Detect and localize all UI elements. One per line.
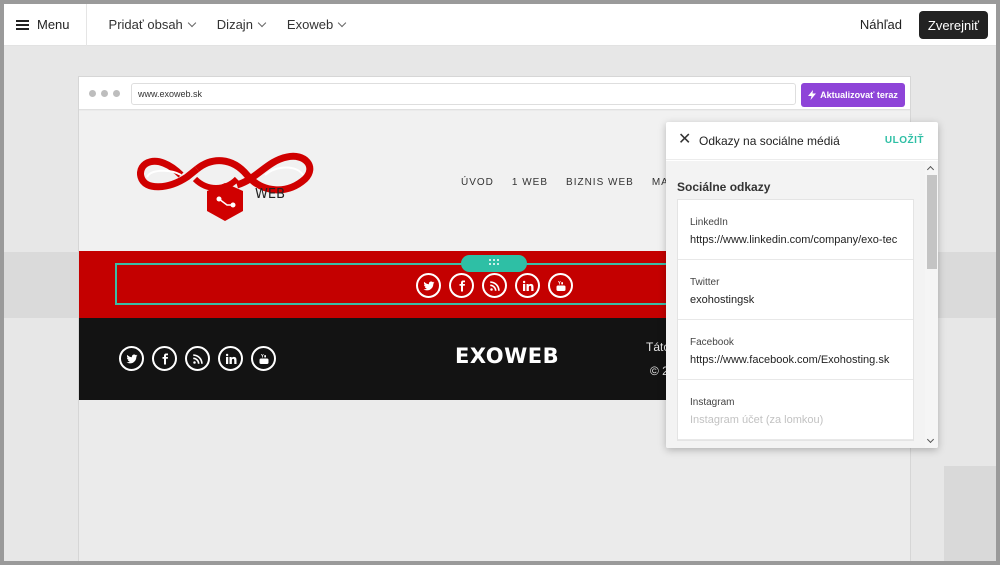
grip-icon [489,259,499,265]
drag-handle[interactable] [461,255,527,272]
menu-button[interactable]: Menu [4,4,87,46]
chevron-down-icon [257,18,267,28]
exoweb-logo-icon [137,152,314,221]
update-now-button[interactable]: Aktualizovať teraz [801,83,905,107]
panel-body: Sociálne odkazy LinkedIn Twitter Faceboo… [666,161,925,448]
window-dot-icon [101,90,108,97]
field-label: Facebook [690,337,734,348]
field-label: LinkedIn [690,217,728,228]
logo-text: WEB [255,187,285,202]
editor-window: Menu Pridať obsah Dizajn Exoweb Náhľad Z… [4,4,996,561]
panel-header: ✕ Odkazy na sociálne médiá ULOŽIŤ [666,122,938,160]
field-label: Instagram [690,397,735,408]
facebook-icon[interactable] [152,346,177,371]
site-nav-item[interactable]: BIZNIS WEB [566,177,634,188]
linkedin-input[interactable] [690,234,908,246]
facebook-input[interactable] [690,354,908,366]
hamburger-icon [16,19,29,30]
nav-design[interactable]: Dizajn [216,17,267,32]
facebook-icon[interactable] [449,273,474,298]
section-label: Sociálne odkazy [677,180,771,194]
save-button[interactable]: ULOŽIŤ [885,135,924,146]
linkedin-icon[interactable] [515,273,540,298]
nav-label: Pridať obsah [108,17,183,32]
linkedin-icon[interactable] [218,346,243,371]
field-label: Twitter [690,277,720,288]
twitter-field: Twitter [678,260,913,320]
social-fields: LinkedIn Twitter Facebook Instagram [677,199,914,441]
canvas-scroll-area [944,466,996,561]
editor-toolbar: Menu Pridať obsah Dizajn Exoweb Náhľad Z… [4,4,996,46]
youtube-icon[interactable] [251,346,276,371]
nav-label: Dizajn [216,17,253,32]
close-icon[interactable]: ✕ [678,132,691,148]
scroll-down-icon[interactable] [926,435,935,444]
publish-button[interactable]: Zverejniť [918,11,988,39]
youtube-icon[interactable] [548,273,573,298]
chevron-down-icon [337,18,347,28]
url-field: www.exoweb.sk [131,83,796,105]
instagram-field: Instagram [678,380,913,440]
facebook-field: Facebook [678,320,913,380]
nav-label: Exoweb [286,17,334,32]
site-navigation: ÚVOD 1 WEB BIZNIS WEB MA [461,177,669,188]
panel-scrollbar[interactable] [925,161,938,448]
footer-social-icons [119,346,276,371]
site-nav-item[interactable]: 1 WEB [512,177,548,188]
scroll-thumb[interactable] [927,175,937,269]
twitter-input[interactable] [690,294,908,306]
site-logo[interactable]: WEB [137,149,317,232]
scroll-up-icon[interactable] [926,165,935,174]
browser-bar: www.exoweb.sk Aktualizovať teraz [79,77,910,110]
menu-label: Menu [37,17,70,32]
rss-icon[interactable] [185,346,210,371]
nav-add-content[interactable]: Pridať obsah [108,17,197,32]
selected-block-outline[interactable] [115,263,675,305]
preview-link[interactable]: Náhľad [860,17,902,32]
rss-icon[interactable] [482,273,507,298]
window-dot-icon [113,90,120,97]
panel-title: Odkazy na sociálne médiá [699,134,840,148]
nav-site[interactable]: Exoweb [286,17,347,32]
linkedin-field: LinkedIn [678,200,913,260]
instagram-input[interactable] [690,414,908,426]
social-icons-row [416,273,573,298]
window-dot-icon [89,90,96,97]
site-nav-item[interactable]: ÚVOD [461,177,494,188]
social-links-panel: ✕ Odkazy na sociálne médiá ULOŽIŤ Sociál… [666,122,938,448]
twitter-icon[interactable] [119,346,144,371]
update-label: Aktualizovať teraz [820,90,898,100]
lightning-icon [808,90,817,100]
chevron-down-icon [187,18,197,28]
footer-brand: EXOWEB [455,344,560,368]
twitter-icon[interactable] [416,273,441,298]
